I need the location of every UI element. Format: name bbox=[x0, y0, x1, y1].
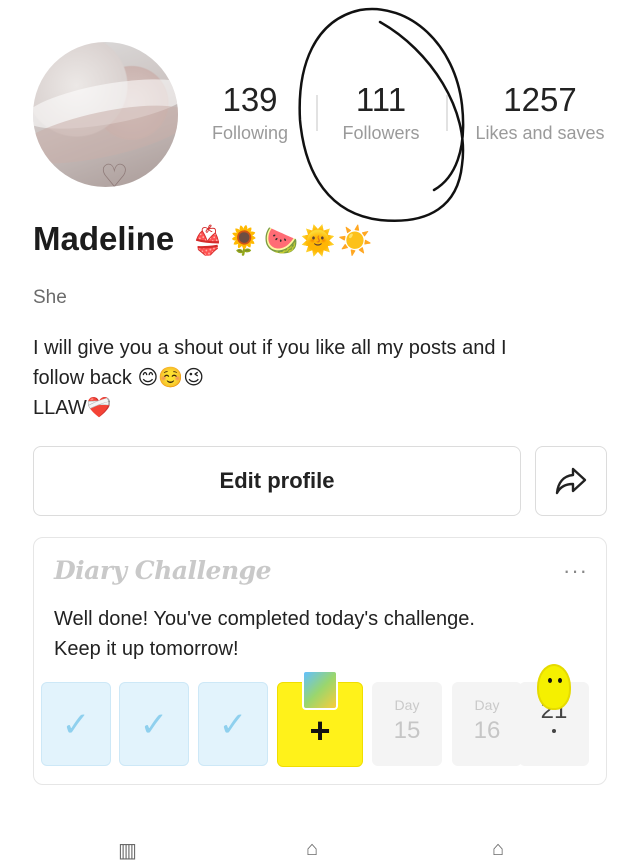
profile-pronoun: She bbox=[33, 287, 67, 308]
stat-divider bbox=[446, 95, 448, 131]
followers-count: 111 bbox=[355, 81, 407, 118]
profile-bio: I will give you a shout out if you like … bbox=[33, 333, 593, 423]
notes-grid-tab-icon[interactable]: ▥ bbox=[118, 838, 137, 863]
stat-following[interactable]: 139 Following bbox=[207, 80, 293, 146]
mascot-sticker-icon bbox=[537, 664, 571, 710]
challenge-day-completed[interactable]: ✓ bbox=[198, 682, 268, 766]
challenge-day-upcoming: Day 15 bbox=[372, 682, 442, 766]
likes-label: Likes and saves bbox=[475, 123, 605, 143]
profile-avatar[interactable]: ♡ bbox=[33, 42, 178, 187]
gallery-sticker-icon bbox=[302, 670, 338, 710]
day-label: Day bbox=[474, 697, 500, 713]
heart-icon: ♡ bbox=[100, 158, 129, 187]
share-icon bbox=[555, 467, 587, 495]
collections-tab-icon[interactable]: ⌂ bbox=[306, 838, 318, 861]
share-button[interactable] bbox=[535, 446, 607, 516]
bio-line: I will give you a shout out if you like … bbox=[33, 337, 507, 359]
checkmark-icon: ✓ bbox=[139, 706, 169, 744]
day-number: 16 bbox=[473, 717, 501, 744]
more-options-icon[interactable]: ··· bbox=[563, 558, 588, 584]
following-label: Following bbox=[211, 123, 289, 143]
challenge-title: Diary Challenge bbox=[54, 556, 272, 585]
challenge-message: Well done! You've completed today's chal… bbox=[54, 604, 594, 664]
liked-tab-icon[interactable]: ⌂ bbox=[492, 838, 504, 861]
profile-name: Madeline bbox=[33, 220, 175, 257]
followers-label: Followers bbox=[342, 123, 420, 143]
challenge-day-completed[interactable]: ✓ bbox=[41, 682, 111, 766]
bio-line: follow back 😊☺️😉 bbox=[33, 367, 205, 389]
following-count: 139 bbox=[222, 81, 278, 118]
challenge-day-upcoming: Day 16 bbox=[452, 682, 522, 766]
stat-followers[interactable]: 111 Followers bbox=[335, 80, 427, 146]
current-day-dot bbox=[552, 729, 556, 733]
day-label: Day bbox=[394, 697, 420, 713]
stat-divider bbox=[316, 95, 318, 131]
challenge-message-line: Well done! You've completed today's chal… bbox=[54, 608, 475, 630]
checkmark-icon: ✓ bbox=[218, 706, 248, 744]
bio-line: LLAW❤️‍🩹 bbox=[33, 397, 112, 419]
likes-count: 1257 bbox=[503, 81, 577, 118]
checkmark-icon: ✓ bbox=[61, 706, 91, 744]
challenge-day-completed[interactable]: ✓ bbox=[119, 682, 189, 766]
name-emojis: 👙🌻🍉🌞☀️ bbox=[190, 225, 375, 256]
edit-profile-button[interactable]: Edit profile bbox=[33, 446, 521, 516]
stat-likes[interactable]: 1257 Likes and saves bbox=[470, 80, 610, 146]
day-number: 15 bbox=[393, 717, 421, 744]
challenge-message-line: Keep it up tomorrow! bbox=[54, 638, 239, 660]
